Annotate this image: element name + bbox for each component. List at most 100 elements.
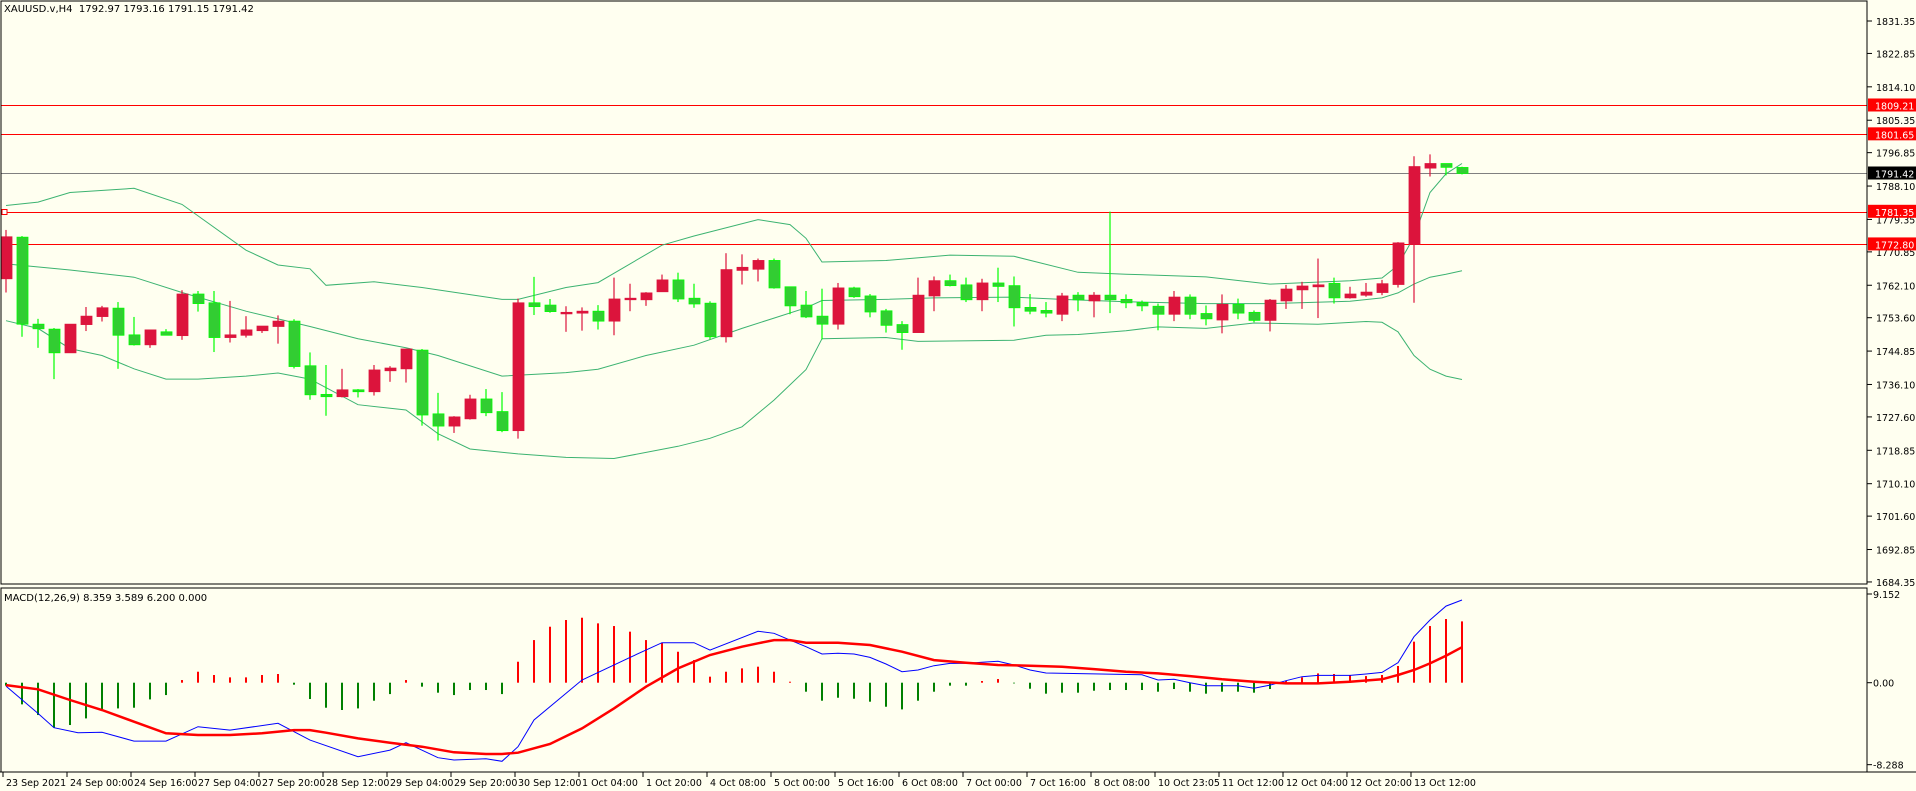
candle[interactable] bbox=[192, 290, 205, 312]
candle[interactable] bbox=[752, 258, 765, 282]
candle[interactable] bbox=[512, 298, 525, 439]
candle[interactable] bbox=[1408, 156, 1421, 303]
time-axis-label: 7 Oct 16:00 bbox=[1030, 778, 1086, 789]
chart-canvas[interactable]: 1831.35 1822.85 1814.10 1805.35 1796.85 1788.… bbox=[0, 0, 1916, 791]
candle[interactable] bbox=[240, 316, 253, 338]
candle[interactable] bbox=[816, 288, 829, 340]
candle[interactable] bbox=[1264, 298, 1277, 332]
time-axis-label: 5 Oct 16:00 bbox=[838, 778, 894, 789]
candle[interactable] bbox=[656, 274, 669, 293]
macd-pane[interactable] bbox=[5, 599, 1463, 762]
candle[interactable] bbox=[448, 416, 461, 433]
candle[interactable] bbox=[1200, 305, 1213, 326]
time-axis-label: 29 Sep 20:00 bbox=[454, 778, 517, 789]
time-axis-label: 4 Oct 08:00 bbox=[710, 778, 766, 789]
candle[interactable] bbox=[592, 305, 605, 330]
bollinger-upper-band bbox=[5, 163, 1463, 300]
candle[interactable] bbox=[1344, 286, 1357, 299]
candle[interactable] bbox=[432, 392, 445, 441]
candle[interactable] bbox=[1280, 284, 1293, 309]
candle[interactable] bbox=[912, 277, 925, 333]
candle[interactable] bbox=[160, 329, 173, 336]
candle[interactable] bbox=[1088, 292, 1101, 318]
candle[interactable] bbox=[0, 229, 13, 293]
candle[interactable] bbox=[576, 307, 589, 331]
candle[interactable] bbox=[1072, 292, 1085, 312]
candle[interactable] bbox=[208, 290, 221, 353]
candle[interactable] bbox=[1296, 281, 1309, 309]
candle[interactable] bbox=[672, 272, 685, 303]
candle-body bbox=[784, 286, 797, 307]
candle[interactable] bbox=[1248, 310, 1261, 323]
candle[interactable] bbox=[1152, 303, 1165, 331]
candle[interactable] bbox=[48, 327, 61, 380]
candle[interactable] bbox=[1056, 292, 1069, 322]
candle[interactable] bbox=[368, 365, 381, 396]
candle[interactable] bbox=[640, 292, 653, 306]
candle[interactable] bbox=[144, 329, 157, 348]
candle[interactable] bbox=[496, 392, 509, 433]
candle-body bbox=[272, 320, 285, 327]
candle[interactable] bbox=[400, 348, 413, 383]
candle[interactable] bbox=[96, 305, 109, 322]
candle-body bbox=[928, 280, 941, 297]
candle[interactable] bbox=[1376, 279, 1389, 296]
candle[interactable] bbox=[624, 283, 637, 312]
candle[interactable] bbox=[1008, 276, 1021, 327]
candle[interactable] bbox=[960, 277, 973, 303]
candle[interactable] bbox=[784, 286, 797, 315]
candle[interactable] bbox=[80, 307, 93, 332]
candle[interactable] bbox=[224, 300, 237, 343]
candle[interactable] bbox=[832, 282, 845, 330]
level-anchor-handle[interactable] bbox=[1, 209, 8, 215]
candle[interactable] bbox=[608, 277, 621, 336]
time-axis-label: 5 Oct 00:00 bbox=[774, 778, 830, 789]
candle[interactable] bbox=[944, 274, 957, 287]
candle[interactable] bbox=[256, 325, 269, 333]
candle[interactable] bbox=[896, 321, 909, 350]
candle[interactable] bbox=[112, 302, 125, 369]
candle[interactable] bbox=[1024, 294, 1037, 315]
candle[interactable] bbox=[1360, 282, 1373, 297]
candle[interactable] bbox=[480, 389, 493, 417]
candle[interactable] bbox=[464, 394, 477, 420]
candle[interactable] bbox=[336, 368, 349, 398]
candle[interactable] bbox=[128, 316, 141, 346]
candle[interactable] bbox=[736, 254, 749, 285]
candle[interactable] bbox=[1184, 294, 1197, 320]
candle[interactable] bbox=[704, 301, 717, 340]
candle[interactable] bbox=[1456, 166, 1469, 175]
candle[interactable] bbox=[1312, 258, 1325, 319]
price-pane[interactable] bbox=[0, 105, 1867, 460]
candle[interactable] bbox=[864, 294, 877, 318]
candle[interactable] bbox=[352, 389, 365, 398]
candle[interactable] bbox=[928, 276, 941, 312]
candle[interactable] bbox=[1136, 300, 1149, 312]
candle[interactable] bbox=[288, 319, 301, 369]
candle[interactable] bbox=[720, 253, 733, 343]
candle[interactable] bbox=[64, 323, 77, 354]
candle[interactable] bbox=[800, 290, 813, 319]
candle[interactable] bbox=[1120, 294, 1133, 309]
candle[interactable] bbox=[304, 352, 317, 400]
candle-body bbox=[1104, 294, 1117, 301]
price-axis-label: 1753.60 bbox=[1876, 314, 1915, 325]
candle[interactable] bbox=[1232, 298, 1245, 320]
candle[interactable] bbox=[1168, 290, 1181, 322]
candle[interactable] bbox=[848, 286, 861, 298]
candle[interactable] bbox=[880, 308, 893, 333]
candle[interactable] bbox=[1392, 242, 1405, 288]
candle[interactable] bbox=[560, 306, 573, 332]
candle[interactable] bbox=[688, 283, 701, 308]
candle[interactable] bbox=[768, 258, 781, 289]
candle[interactable] bbox=[976, 278, 989, 312]
candle[interactable] bbox=[32, 318, 45, 348]
candle[interactable] bbox=[1040, 302, 1053, 318]
candle[interactable] bbox=[176, 290, 189, 340]
candle[interactable] bbox=[416, 348, 429, 426]
candle[interactable] bbox=[384, 366, 397, 382]
candle[interactable] bbox=[1216, 294, 1229, 334]
candle[interactable] bbox=[544, 298, 557, 313]
candle[interactable] bbox=[16, 236, 29, 337]
candle[interactable] bbox=[1104, 211, 1117, 314]
